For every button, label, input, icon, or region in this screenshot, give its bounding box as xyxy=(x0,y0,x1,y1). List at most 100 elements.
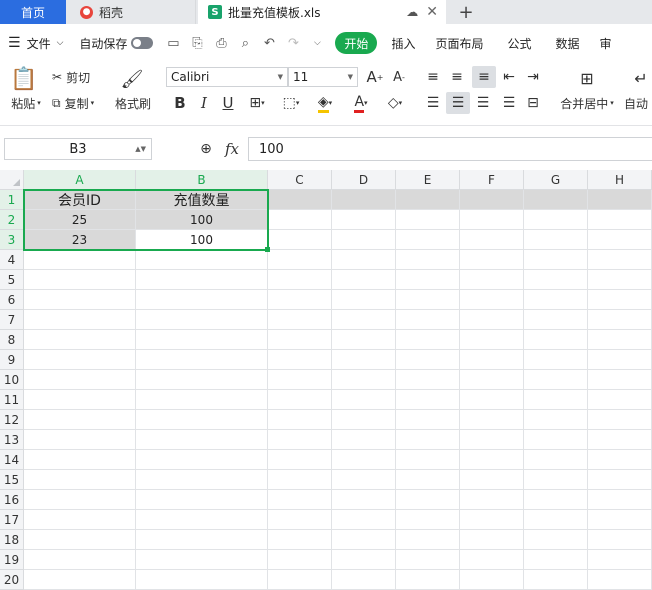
row-header-12[interactable]: 12 xyxy=(0,410,24,430)
cell-e4[interactable] xyxy=(396,250,460,270)
cell-a6[interactable] xyxy=(24,290,136,310)
cell-h5[interactable] xyxy=(588,270,652,290)
row-header-5[interactable]: 5 xyxy=(0,270,24,290)
fx-icon[interactable]: fx xyxy=(220,138,244,160)
cell-d13[interactable] xyxy=(332,430,396,450)
cell-h16[interactable] xyxy=(588,490,652,510)
cell-d14[interactable] xyxy=(332,450,396,470)
zoom-search-icon[interactable]: ⊕ xyxy=(196,138,216,160)
cell-h11[interactable] xyxy=(588,390,652,410)
cell-f5[interactable] xyxy=(460,270,524,290)
fill-pattern-icon[interactable]: ⬚ ▾ xyxy=(276,92,306,114)
cell-e19[interactable] xyxy=(396,550,460,570)
cell-g6[interactable] xyxy=(524,290,588,310)
cell-b5[interactable] xyxy=(136,270,268,290)
cell-d10[interactable] xyxy=(332,370,396,390)
cell-d2[interactable] xyxy=(332,210,396,230)
cell-b20[interactable] xyxy=(136,570,268,590)
cell-c2[interactable] xyxy=(268,210,332,230)
share-icon[interactable]: ⎘ xyxy=(185,24,209,62)
clear-format-icon[interactable]: ◇ ▾ xyxy=(380,92,410,114)
column-header-e[interactable]: E xyxy=(396,170,460,190)
cell-f13[interactable] xyxy=(460,430,524,450)
cell-b16[interactable] xyxy=(136,490,268,510)
row-header-17[interactable]: 17 xyxy=(0,510,24,530)
row-header-3[interactable]: 3 xyxy=(0,230,24,250)
align-right-icon[interactable]: ☰ xyxy=(472,92,494,114)
cell-e18[interactable] xyxy=(396,530,460,550)
cell-c10[interactable] xyxy=(268,370,332,390)
row-header-14[interactable]: 14 xyxy=(0,450,24,470)
cell-e2[interactable] xyxy=(396,210,460,230)
cell-g14[interactable] xyxy=(524,450,588,470)
row-header-6[interactable]: 6 xyxy=(0,290,24,310)
cell-h15[interactable] xyxy=(588,470,652,490)
cell-c3[interactable] xyxy=(268,230,332,250)
cell-g20[interactable] xyxy=(524,570,588,590)
column-header-a[interactable]: A xyxy=(24,170,136,190)
cell-f7[interactable] xyxy=(460,310,524,330)
redo-icon[interactable]: ↷ xyxy=(281,24,305,62)
increase-indent-icon[interactable]: ⇥ xyxy=(522,66,544,88)
cell-b9[interactable] xyxy=(136,350,268,370)
cell-b2[interactable]: 100 xyxy=(136,210,268,230)
cell-b3[interactable]: 100 xyxy=(136,230,268,250)
cell-d12[interactable] xyxy=(332,410,396,430)
cloud-icon[interactable]: ☁ xyxy=(406,5,418,19)
cell-f18[interactable] xyxy=(460,530,524,550)
cell-h10[interactable] xyxy=(588,370,652,390)
align-middle-icon[interactable]: ≡ xyxy=(446,66,468,88)
cell-h4[interactable] xyxy=(588,250,652,270)
font-size-select[interactable]: 11 ▼ xyxy=(288,67,358,87)
cell-d16[interactable] xyxy=(332,490,396,510)
cell-d1[interactable] xyxy=(332,190,396,210)
menu-item-review[interactable]: 审 xyxy=(592,24,620,62)
row-header-16[interactable]: 16 xyxy=(0,490,24,510)
cell-g15[interactable] xyxy=(524,470,588,490)
cell-h18[interactable] xyxy=(588,530,652,550)
cell-d3[interactable] xyxy=(332,230,396,250)
cell-f14[interactable] xyxy=(460,450,524,470)
auto-wrap-icon[interactable]: ↵ xyxy=(630,66,652,90)
name-box[interactable]: B3 ▲▼ xyxy=(4,138,152,160)
cell-b14[interactable] xyxy=(136,450,268,470)
cell-c4[interactable] xyxy=(268,250,332,270)
cell-a10[interactable] xyxy=(24,370,136,390)
cell-a8[interactable] xyxy=(24,330,136,350)
font-color-icon[interactable]: A ▾ xyxy=(346,92,376,114)
cell-c16[interactable] xyxy=(268,490,332,510)
cell-g2[interactable] xyxy=(524,210,588,230)
cell-h3[interactable] xyxy=(588,230,652,250)
fill-handle[interactable] xyxy=(265,247,270,252)
distribute-icon[interactable]: ⊟ xyxy=(522,92,544,114)
menu-item-start[interactable]: 开始 xyxy=(335,32,378,54)
cell-d5[interactable] xyxy=(332,270,396,290)
cell-g4[interactable] xyxy=(524,250,588,270)
row-header-11[interactable]: 11 xyxy=(0,390,24,410)
bold-icon[interactable]: B xyxy=(170,92,190,114)
cell-h17[interactable] xyxy=(588,510,652,530)
cell-c1[interactable] xyxy=(268,190,332,210)
cell-f1[interactable] xyxy=(460,190,524,210)
cell-a20[interactable] xyxy=(24,570,136,590)
cell-a1[interactable]: 会员ID xyxy=(24,190,136,210)
paste-icon[interactable]: 📋 xyxy=(10,66,37,92)
cell-f12[interactable] xyxy=(460,410,524,430)
tab-wps-docer[interactable]: ● 稻壳 xyxy=(66,0,196,24)
column-header-b[interactable]: B xyxy=(136,170,268,190)
cell-e3[interactable] xyxy=(396,230,460,250)
cell-h8[interactable] xyxy=(588,330,652,350)
cell-f9[interactable] xyxy=(460,350,524,370)
cell-a14[interactable] xyxy=(24,450,136,470)
spreadsheet-grid[interactable]: A B C D E F G H 1 会员ID 充值数量 2 25 100 3 23 100 4 5 6 7 8 9 10 11 1… xyxy=(0,170,652,590)
align-bottom-icon[interactable]: ≡ xyxy=(472,66,496,88)
cell-d18[interactable] xyxy=(332,530,396,550)
cell-a17[interactable] xyxy=(24,510,136,530)
cell-a16[interactable] xyxy=(24,490,136,510)
cell-g12[interactable] xyxy=(524,410,588,430)
row-header-9[interactable]: 9 xyxy=(0,350,24,370)
row-header-8[interactable]: 8 xyxy=(0,330,24,350)
cell-d8[interactable] xyxy=(332,330,396,350)
merge-center-icon[interactable]: ⊞ xyxy=(574,66,600,90)
font-name-select[interactable]: Calibri ▼ xyxy=(166,67,288,87)
